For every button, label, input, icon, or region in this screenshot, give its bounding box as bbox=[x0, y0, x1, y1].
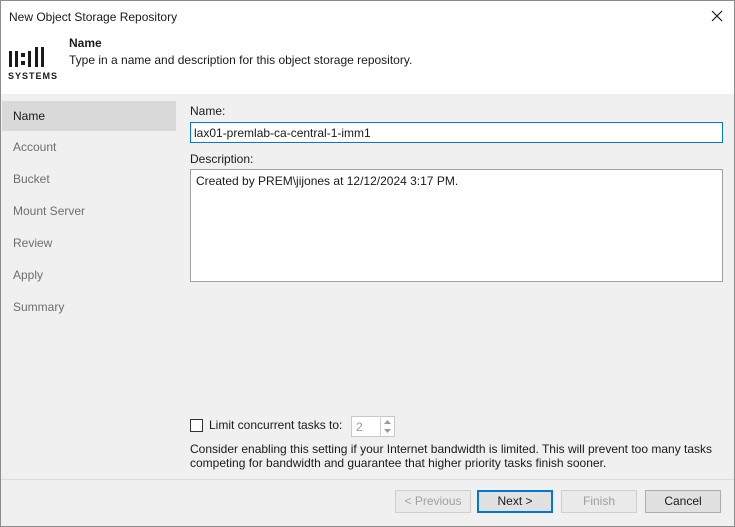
nav-step-mount-server[interactable]: Mount Server bbox=[2, 196, 176, 226]
chevron-down-icon bbox=[384, 428, 391, 433]
step-description: Type in a name and description for this … bbox=[69, 53, 413, 67]
cancel-button[interactable]: Cancel bbox=[645, 490, 721, 513]
window-title: New Object Storage Repository bbox=[9, 10, 178, 24]
stepper-arrows bbox=[380, 417, 394, 436]
wizard-window: New Object Storage Repository SYSTEMS Na… bbox=[0, 0, 735, 527]
name-input[interactable] bbox=[190, 122, 723, 143]
limit-tasks-label[interactable]: Limit concurrent tasks to: bbox=[209, 418, 342, 432]
nav-step-bucket[interactable]: Bucket bbox=[2, 164, 176, 194]
name-label: Name: bbox=[190, 104, 226, 118]
wizard-steps-nav: Name Account Bucket Mount Server Review … bbox=[2, 94, 176, 479]
limit-tasks-stepper[interactable]: 2 bbox=[351, 416, 395, 437]
nav-step-account[interactable]: Account bbox=[2, 132, 176, 162]
next-button[interactable]: Next > bbox=[477, 490, 553, 513]
description-label: Description: bbox=[190, 152, 254, 166]
chevron-up-icon bbox=[384, 419, 391, 424]
limit-tasks-checkbox[interactable] bbox=[190, 419, 203, 432]
veeam-logo: SYSTEMS bbox=[8, 43, 60, 85]
close-button[interactable] bbox=[706, 5, 728, 27]
nav-step-summary[interactable]: Summary bbox=[2, 292, 176, 322]
limit-tasks-value: 2 bbox=[356, 420, 363, 434]
logo-text: SYSTEMS bbox=[8, 71, 59, 81]
stepper-up-button[interactable] bbox=[381, 417, 394, 426]
previous-button[interactable]: < Previous bbox=[395, 490, 471, 513]
title-bar: New Object Storage Repository bbox=[1, 1, 734, 32]
nav-step-apply[interactable]: Apply bbox=[2, 260, 176, 290]
description-textarea[interactable]: Created by PREM\jijones at 12/12/2024 3:… bbox=[190, 169, 723, 282]
wizard-header: SYSTEMS Name Type in a name and descript… bbox=[1, 32, 734, 94]
step-title: Name bbox=[69, 36, 102, 50]
logo-mark-icon bbox=[9, 47, 44, 67]
nav-step-name[interactable]: Name bbox=[2, 101, 176, 131]
wizard-footer: < Previous Next > Finish Cancel bbox=[1, 479, 734, 526]
bandwidth-hint-text: Consider enabling this setting if your I… bbox=[190, 442, 713, 470]
close-icon bbox=[711, 10, 723, 22]
finish-button[interactable]: Finish bbox=[561, 490, 637, 513]
wizard-content: Name: Description: Created by PREM\jijon… bbox=[178, 94, 733, 479]
stepper-down-button[interactable] bbox=[381, 426, 394, 435]
nav-step-review[interactable]: Review bbox=[2, 228, 176, 258]
